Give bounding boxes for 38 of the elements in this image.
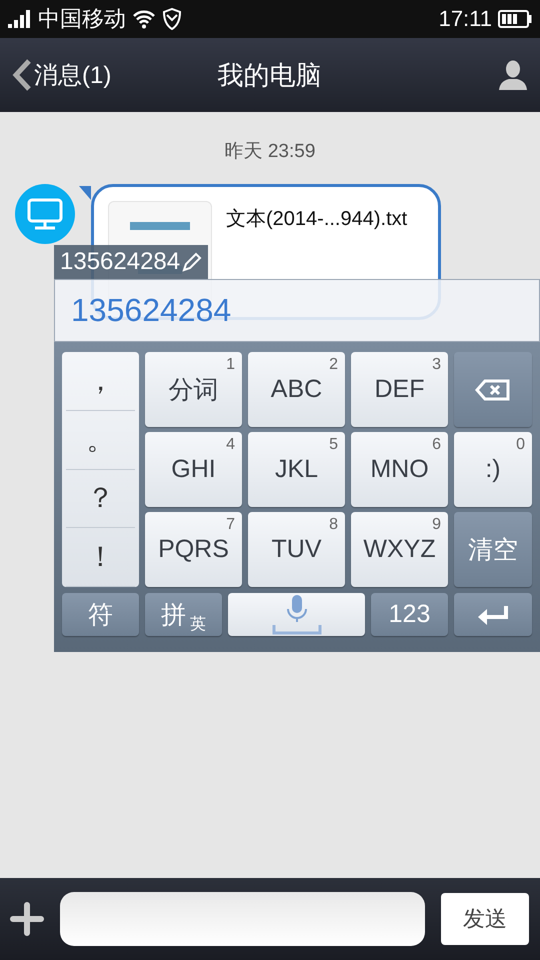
enter-icon: [476, 604, 510, 626]
keyboard-key[interactable]: :) 0: [454, 432, 532, 507]
send-button[interactable]: 发送: [441, 893, 529, 945]
keyboard-key[interactable]: PQRS 7: [145, 512, 242, 587]
bubble-tail: [79, 186, 91, 200]
backspace-key[interactable]: [454, 352, 532, 427]
shield-icon: [162, 8, 182, 30]
carrier-name: 中国移动: [38, 5, 126, 33]
voice-key[interactable]: [228, 593, 365, 636]
keyboard-key[interactable]: TUV 8: [248, 512, 345, 587]
punctuation-key[interactable]: 。: [66, 410, 135, 470]
monitor-icon: [27, 198, 63, 230]
keyboard-key[interactable]: WXYZ 9: [351, 512, 448, 587]
keyboard-key[interactable]: MNO 6: [351, 432, 448, 507]
chevron-left-icon: [12, 59, 32, 91]
punctuation-key[interactable]: ，: [66, 352, 135, 411]
signal-icon: [8, 10, 32, 28]
keyboard-key[interactable]: DEF 3: [351, 352, 448, 427]
file-name: 文本(2014-...944).txt: [226, 207, 408, 232]
page-title: 我的电脑: [216, 58, 323, 92]
clock-time: 17:11: [438, 6, 492, 32]
enter-key[interactable]: [454, 593, 532, 636]
plus-icon[interactable]: [10, 902, 44, 936]
person-icon[interactable]: [498, 60, 528, 90]
keyboard-key[interactable]: JKL 5: [248, 432, 345, 507]
keyboard-key[interactable]: 分词 1: [145, 352, 242, 427]
keyboard-key[interactable]: ABC 2: [248, 352, 345, 427]
message-input[interactable]: [60, 892, 425, 946]
punctuation-key[interactable]: ！: [66, 528, 135, 587]
wifi-icon: [132, 9, 156, 29]
punctuation-key[interactable]: ？: [66, 470, 135, 528]
keyboard-key[interactable]: GHI 4: [145, 432, 242, 507]
microphone-icon: [272, 594, 322, 634]
backspace-icon: [475, 378, 511, 400]
battery-icon: [498, 10, 532, 28]
message-timestamp: 昨天 23:59: [224, 140, 316, 164]
pencil-icon[interactable]: [182, 252, 202, 272]
back-button[interactable]: 消息(1): [12, 59, 112, 91]
